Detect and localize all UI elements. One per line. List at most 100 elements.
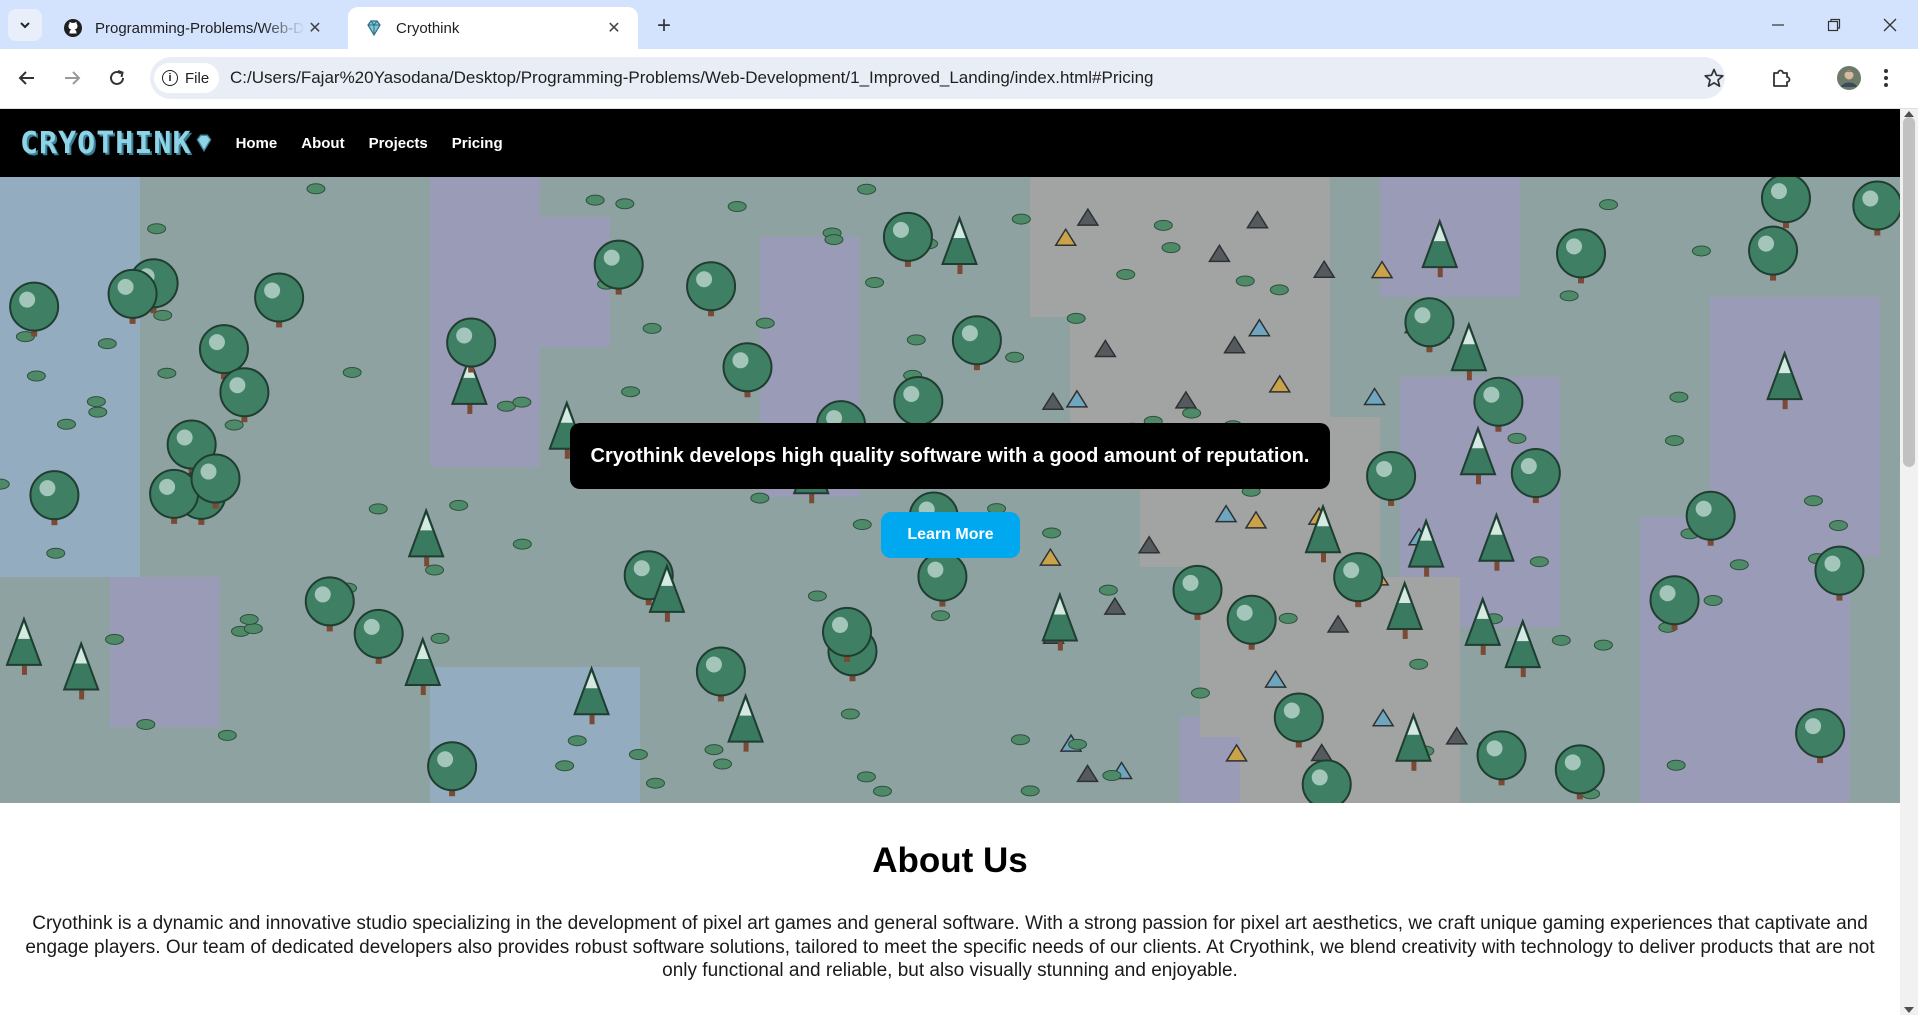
tree-canopy: [882, 211, 933, 262]
nav-link-projects[interactable]: Projects: [369, 135, 428, 152]
rock-terrain: [110, 577, 220, 727]
bush: [1828, 520, 1848, 532]
close-tab-icon[interactable]: ✕: [604, 18, 624, 38]
tree-canopy: [1301, 759, 1352, 803]
snow-highlight: [1483, 386, 1500, 403]
restore-button[interactable]: [1806, 0, 1862, 49]
tree-canopy: [29, 470, 80, 521]
tree-canopy: [1852, 180, 1900, 231]
reload-button[interactable]: [100, 61, 134, 95]
avatar-icon: [1837, 66, 1861, 90]
nav-link-about[interactable]: About: [301, 135, 344, 152]
bush: [621, 386, 641, 398]
site-info-chip[interactable]: i File: [154, 63, 220, 93]
site-navbar: CRYOTHINK Home About Projects Pricing: [0, 109, 1900, 177]
bush: [147, 223, 167, 235]
forward-button[interactable]: [55, 61, 89, 95]
back-button[interactable]: [10, 61, 44, 95]
tree-canopy: [917, 551, 968, 602]
scroll-down-arrow[interactable]: [1904, 1007, 1914, 1013]
close-tab-icon[interactable]: ✕: [305, 18, 325, 38]
snow-highlight: [1311, 769, 1328, 786]
snow-highlight: [1824, 555, 1841, 572]
bush: [824, 234, 844, 246]
snow-highlight: [1486, 740, 1503, 757]
bush: [512, 538, 532, 550]
nav-links: Home About Projects Pricing: [236, 135, 527, 152]
scrollbar-thumb[interactable]: [1903, 117, 1915, 467]
bush: [1729, 559, 1749, 571]
bush: [105, 633, 125, 645]
menu-button[interactable]: [1876, 61, 1896, 95]
bush: [1010, 734, 1030, 746]
tree-canopy: [1760, 177, 1811, 224]
tree-canopy: [1366, 450, 1417, 501]
new-tab-button[interactable]: +: [650, 12, 678, 40]
snow-highlight: [1236, 604, 1253, 621]
bush: [46, 547, 66, 559]
tree-canopy: [1476, 730, 1527, 781]
minimize-button[interactable]: [1750, 0, 1806, 49]
tab-github[interactable]: Programming-Problems/Web-Development ✕: [47, 7, 339, 49]
url-text[interactable]: C:/Users/Fajar%20Yasodana/Desktop/Progra…: [230, 68, 1153, 88]
arrow-left-icon: [18, 71, 34, 85]
bush: [1409, 658, 1429, 670]
site-logo[interactable]: CRYOTHINK: [20, 126, 214, 161]
bush: [224, 419, 244, 431]
snow-highlight: [1182, 574, 1199, 591]
nav-link-home[interactable]: Home: [236, 135, 278, 152]
puzzle-icon: [1773, 69, 1791, 87]
bush: [1664, 435, 1684, 447]
address-bar[interactable]: i File C:/Users/Fajar%20Yasodana/Desktop…: [150, 57, 1725, 99]
tab-strip: Programming-Problems/Web-Development ✕ C…: [0, 0, 1918, 49]
learn-more-button[interactable]: Learn More: [881, 512, 1020, 558]
bush: [430, 632, 450, 644]
bush: [136, 718, 156, 730]
snow-highlight: [314, 586, 331, 603]
bush: [755, 317, 775, 329]
snow-highlight: [1805, 718, 1822, 735]
bush: [1551, 634, 1571, 646]
bush: [342, 366, 362, 378]
snow-highlight: [903, 385, 920, 402]
snow-highlight: [159, 478, 176, 495]
bush: [1066, 312, 1086, 324]
bush: [157, 367, 177, 379]
close-window-button[interactable]: [1862, 0, 1918, 49]
bush: [807, 590, 827, 602]
gem-icon: [364, 18, 384, 38]
tab-search-button[interactable]: [8, 9, 42, 41]
tab-cryothink[interactable]: Cryothink ✕: [348, 7, 638, 49]
tree-canopy: [1685, 490, 1736, 541]
bush: [852, 519, 872, 531]
bookmark-star-icon[interactable]: [1703, 67, 1725, 94]
bush: [1098, 584, 1118, 596]
tree-canopy: [893, 375, 944, 426]
tree-canopy: [1649, 575, 1700, 626]
snow-highlight: [39, 480, 56, 497]
snow-highlight: [1343, 562, 1360, 579]
bush: [1068, 738, 1088, 750]
page-scrollbar[interactable]: [1900, 109, 1918, 1015]
tree-canopy: [1748, 225, 1799, 276]
bush: [727, 200, 747, 212]
nav-link-pricing[interactable]: Pricing: [452, 135, 503, 152]
bush: [585, 194, 605, 206]
bush: [97, 338, 117, 350]
bush: [306, 183, 326, 195]
snow-highlight: [437, 751, 454, 768]
tree-canopy: [107, 268, 158, 319]
about-body: Cryothink is a dynamic and innovative st…: [25, 913, 1875, 981]
snow-highlight: [832, 616, 849, 633]
profile-avatar[interactable]: [1832, 61, 1866, 95]
logo-text: CRYOTHINK: [20, 125, 192, 161]
snow-highlight: [961, 325, 978, 342]
snow-highlight: [633, 560, 650, 577]
bush: [1803, 495, 1823, 507]
tree-canopy: [1172, 564, 1223, 615]
extensions-button[interactable]: [1764, 61, 1798, 95]
scheme-label: File: [185, 69, 210, 87]
bush: [1161, 242, 1181, 254]
tab-title: Programming-Problems/Web-Development: [95, 19, 305, 37]
tree-canopy: [686, 261, 737, 312]
